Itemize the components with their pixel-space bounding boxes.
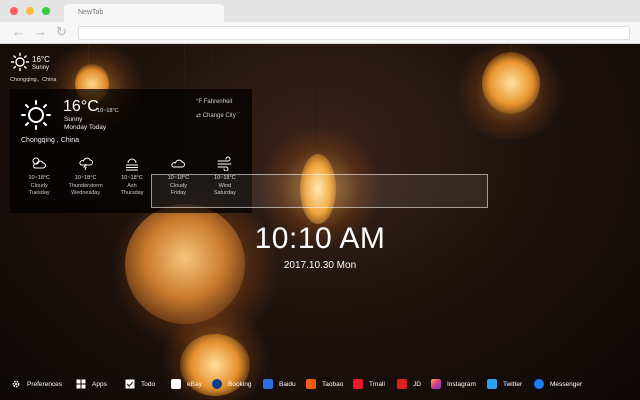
forecast-range: 10~18°C (28, 175, 51, 181)
fahrenheit-toggle[interactable]: °F Fahrenheit (196, 99, 232, 105)
ebay-icon (171, 379, 181, 389)
shortcut-label: Messenger (550, 380, 583, 388)
search-input[interactable] (151, 174, 488, 208)
clock-time: 10:10 AM (254, 222, 386, 255)
gear-icon (12, 380, 20, 388)
forecast-day-name: Tuesday (28, 190, 50, 196)
shortcut-instagram[interactable]: Instagram (431, 378, 476, 390)
booking-icon (212, 379, 222, 389)
forecast-day: 10~18°C Cloudy Tuesday (16, 155, 62, 205)
back-arrow-icon[interactable]: ← (12, 25, 25, 39)
taobao-icon (306, 379, 316, 389)
preferences-label: Preferences (27, 380, 63, 388)
reload-icon[interactable]: ↻ (56, 25, 67, 39)
tmall-icon (353, 379, 363, 389)
close-window-button[interactable] (10, 7, 18, 15)
todo-button[interactable]: Todo (125, 378, 155, 390)
current-location: Chongqing，China (10, 77, 57, 83)
forecast-condition: Thunderstorm (68, 183, 103, 189)
shortcut-baidu[interactable]: Baidu (263, 378, 296, 390)
twitter-icon (487, 379, 497, 389)
weather-widget[interactable]: 16°C Sunny Chongqing，China (10, 52, 80, 84)
forecast-range: 10~18°C (121, 175, 143, 181)
instagram-icon (431, 379, 441, 389)
forecast-day: 10~18°C Ash Thursday (109, 155, 155, 205)
shortcut-label: Twitter (503, 380, 523, 388)
forecast-condition: Cloudy (30, 183, 48, 189)
todo-label: Todo (141, 380, 156, 388)
apps-label: Apps (92, 380, 107, 388)
cloudy-icon (32, 157, 47, 169)
panel-day: Monday Today (64, 124, 107, 131)
shortcut-label: Baidu (279, 380, 296, 388)
shortcut-label: eBay (187, 380, 202, 388)
clock-date: 2017.10.30 Mon (283, 260, 357, 271)
forecast-day: 10~18°C Thunderstorm Wednesday (62, 155, 108, 205)
shortcut-label: Instagram (447, 380, 476, 388)
shortcut-taobao[interactable]: Taobao (306, 378, 343, 390)
ash-icon (126, 158, 139, 171)
current-temperature: 16°C (32, 55, 50, 64)
forecast-range: 10~18°C (74, 175, 97, 181)
shortcut-label: JD (413, 380, 421, 388)
lightbulb-image (482, 52, 540, 114)
browser-titlebar: NewTab (0, 0, 640, 22)
panel-temperature: 16°C (63, 98, 99, 115)
messenger-icon (534, 379, 544, 389)
jd-icon (397, 379, 407, 389)
maximize-window-button[interactable] (42, 7, 50, 15)
shortcut-label: Taobao (322, 380, 344, 388)
shortcut-label: Booking (228, 380, 252, 388)
shortcut-ebay[interactable]: eBay (171, 378, 202, 390)
forecast-condition: Ash (127, 183, 137, 189)
shortcut-tmall[interactable]: Tmall (353, 378, 385, 390)
current-condition: Sunny (32, 65, 50, 71)
browser-tab[interactable]: NewTab (64, 4, 224, 22)
thunderstorm-icon (79, 157, 93, 171)
cloud-icon (171, 159, 186, 168)
checkbox-icon (125, 379, 135, 389)
apps-button[interactable]: Apps (76, 378, 107, 390)
address-bar[interactable] (78, 26, 630, 40)
forward-arrow-icon[interactable]: → (34, 25, 47, 39)
baidu-icon (263, 379, 273, 389)
shortcut-booking[interactable]: Booking (212, 378, 252, 390)
preferences-button[interactable]: Preferences (11, 378, 62, 390)
sun-icon (10, 52, 30, 72)
panel-location: Chongqing , China (21, 137, 79, 144)
panel-condition: Sunny (64, 116, 83, 123)
forecast-day-name: Wednesday (71, 190, 101, 196)
shortcut-twitter[interactable]: Twitter (487, 378, 522, 390)
change-city-link[interactable]: ⇄ Change City (196, 112, 236, 119)
shortcut-label: Tmall (369, 380, 385, 388)
bottom-bar: Preferences Apps Todo eBay Booking Baidu… (0, 372, 640, 396)
browser-toolbar: ← → ↻ (0, 22, 640, 44)
wind-icon (217, 156, 232, 171)
shortcut-jd[interactable]: JD (397, 378, 421, 390)
panel-temperature-range: 10~18°C (97, 108, 119, 114)
forecast-day-name: Thursday (120, 190, 144, 196)
apps-grid-icon (76, 379, 86, 389)
shortcut-messenger[interactable]: Messenger (534, 378, 582, 390)
sun-icon (21, 100, 51, 130)
tab-title: NewTab (78, 9, 104, 16)
minimize-window-button[interactable] (26, 7, 34, 15)
